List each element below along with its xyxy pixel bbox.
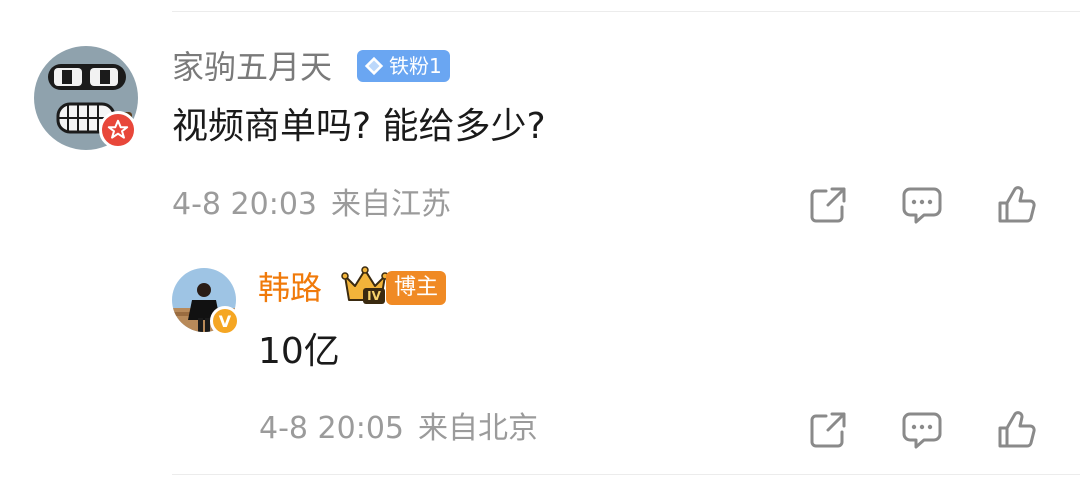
- diamond-icon: [364, 56, 384, 76]
- comment-time: 4-8 20:03: [172, 187, 317, 222]
- reply-time: 4-8 20:05: [259, 411, 404, 446]
- comment-icon[interactable]: [900, 183, 944, 227]
- top-divider: [172, 11, 1080, 12]
- reply-meta: 4-8 20:05 来自北京: [259, 409, 538, 449]
- verified-v-icon: V: [210, 306, 240, 336]
- like-icon[interactable]: [994, 408, 1038, 452]
- comment-username[interactable]: 家驹五月天: [172, 47, 332, 87]
- reply-username[interactable]: 韩路: [258, 268, 322, 308]
- bottom-divider: [172, 474, 1080, 475]
- reply-location: 来自北京: [418, 411, 538, 446]
- host-badge: 博主: [386, 271, 447, 305]
- comment-icon[interactable]: [900, 408, 944, 452]
- star-badge-icon: [99, 111, 137, 149]
- reply-text: 10亿: [258, 331, 340, 372]
- crown-icon: IV: [341, 266, 389, 304]
- crown-label: IV: [367, 289, 381, 303]
- comment-meta: 4-8 20:03 来自江苏: [172, 185, 451, 225]
- like-icon[interactable]: [994, 183, 1038, 227]
- comment-location: 来自江苏: [331, 187, 451, 222]
- share-icon[interactable]: [806, 408, 850, 452]
- crown-badge: IV: [341, 266, 389, 306]
- share-icon[interactable]: [806, 183, 850, 227]
- comment-text: 视频商单吗? 能给多少?: [172, 106, 546, 147]
- fan-badge[interactable]: 铁粉1: [357, 50, 450, 82]
- fan-badge-label: 铁粉1: [389, 54, 442, 78]
